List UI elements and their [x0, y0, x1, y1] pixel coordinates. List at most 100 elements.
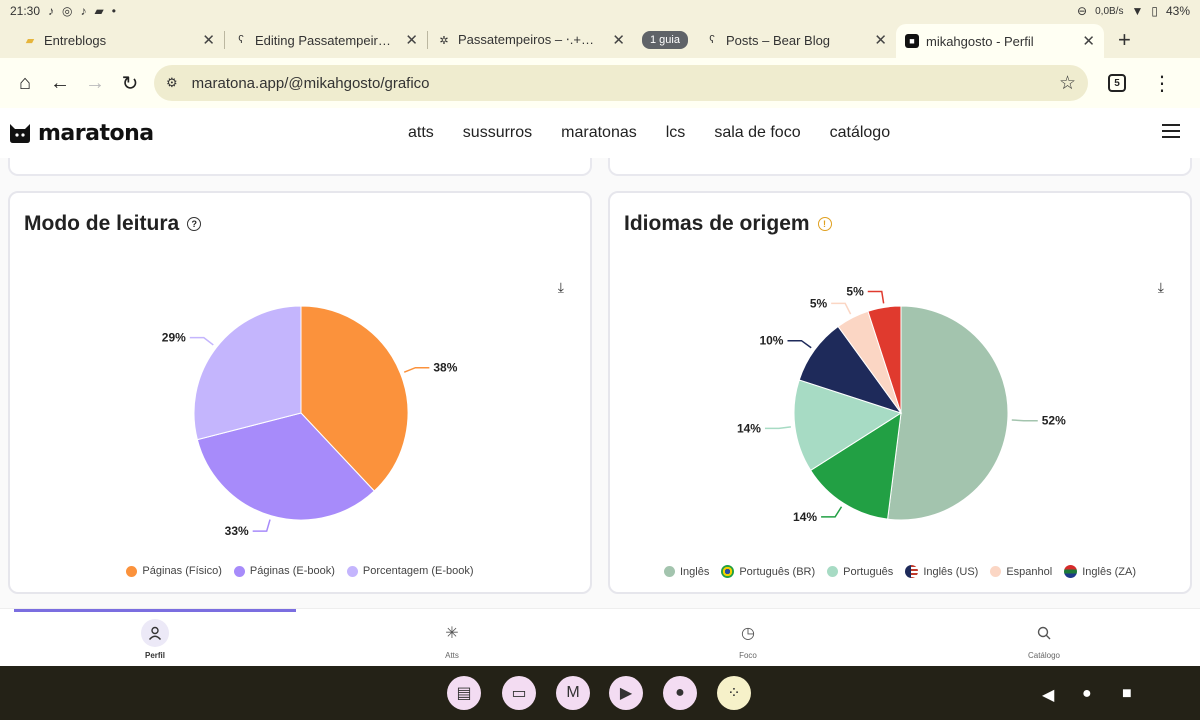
gmail-app-icon[interactable]: M: [556, 676, 590, 710]
bookmark-icon: ▰: [94, 4, 104, 18]
reload-icon[interactable]: ↻: [119, 68, 141, 98]
tab-mikahgosto-perfil[interactable]: ■ mikahgosto - Perfil ✕: [895, 24, 1104, 58]
pie-leader-line: [867, 290, 885, 304]
app-nav-foco[interactable]: ◷ Foco: [708, 619, 788, 660]
app-nav-label: Perfil: [144, 651, 165, 660]
media-app-icon[interactable]: ▶: [609, 676, 643, 710]
tab-label: Passatempeiros – ⋅.+⊕,˚. D: [458, 32, 600, 47]
active-indicator: [14, 609, 296, 612]
origin-languages-pie: 52% 14% 14% 10% 5% 5%: [737, 285, 1066, 524]
tab-editing-passatempeiros[interactable]: ʕ Editing Passatempeiros – B ✕: [225, 25, 427, 55]
recents-nav-icon[interactable]: ■: [1122, 685, 1132, 703]
strawberry-app-icon[interactable]: ●: [663, 676, 697, 710]
pie-data-label: 5%: [810, 296, 828, 310]
site-logo-text: maratona: [38, 120, 154, 146]
legend-item[interactable]: Porcentagem (E-book): [346, 565, 474, 577]
close-icon[interactable]: ✕: [868, 31, 887, 49]
legend-swatch: [233, 565, 245, 577]
tab-label: mikahgosto - Perfil: [925, 33, 1034, 49]
brazil-flag-icon: [721, 565, 735, 578]
pie-slice[interactable]: [887, 305, 1009, 521]
url-text: maratona.app/@mikahgosto/grafico: [191, 74, 430, 92]
docs-app-icon[interactable]: ▤: [447, 676, 481, 710]
pie-leader-line: [1011, 419, 1038, 422]
legend-item[interactable]: Português: [827, 565, 893, 578]
tab-label: Posts – Bear Blog: [725, 32, 831, 48]
pie-leader-line: [189, 336, 214, 346]
legend-item[interactable]: Páginas (Físico): [126, 565, 222, 577]
tab-group-chip[interactable]: 1 guia: [642, 31, 688, 49]
nav-maratonas[interactable]: maratonas: [561, 124, 637, 142]
pie-leader-line: [787, 339, 812, 349]
forward-icon[interactable]: →: [84, 68, 106, 98]
nav-sala-de-foco[interactable]: sala de foco: [714, 124, 800, 142]
pie-data-label: 14%: [737, 421, 761, 435]
address-bar[interactable]: ⚙ maratona.app/@mikahgosto/grafico ☆: [154, 65, 1088, 101]
legend-item[interactable]: Inglês (US): [905, 565, 978, 578]
nav-sussurros[interactable]: sussurros: [463, 124, 532, 142]
close-icon[interactable]: ✕: [1076, 32, 1095, 50]
toolbar: ⌂ ← → ↻ ⚙ maratona.app/@mikahgosto/grafi…: [0, 58, 1200, 108]
legend-label: Português: [843, 565, 894, 578]
legend-item[interactable]: Páginas (E-book): [233, 565, 335, 577]
legend-label: Inglês: [679, 565, 710, 578]
legend-item[interactable]: Português (BR): [721, 565, 815, 578]
dnd-icon: ⊖: [1077, 4, 1088, 18]
cast-app-icon[interactable]: ▭: [502, 676, 536, 710]
pie-leader-line: [831, 302, 852, 315]
maratona-logo-icon: [10, 124, 30, 143]
legend-swatch: [126, 565, 138, 577]
legend-label: Porcentagem (E-book): [362, 565, 474, 577]
bear-icon: ʕ: [238, 34, 244, 46]
sparkle-icon: ✲: [439, 34, 449, 47]
site-logo[interactable]: maratona: [8, 121, 154, 146]
tab-passatempeiros[interactable]: ✲ Passatempeiros – ⋅.+⊕,˚. D ✕: [428, 25, 634, 55]
status-time: 21:30: [10, 4, 41, 18]
main-nav: atts sussurros maratonas lcs sala de foc…: [408, 108, 890, 158]
us-flag-icon: [905, 565, 919, 578]
close-icon[interactable]: ✕: [606, 31, 625, 49]
legend-label: Espanhol: [1006, 565, 1053, 578]
pie-data-label: 33%: [225, 524, 249, 538]
home-nav-icon[interactable]: ●: [1082, 685, 1092, 703]
south-africa-flag-icon: [1064, 565, 1078, 578]
app-drawer-icon[interactable]: ⁘: [717, 676, 751, 710]
legend-label: Páginas (Físico): [142, 565, 222, 577]
legend-item[interactable]: Espanhol: [990, 565, 1052, 578]
reading-mode-pie: 38% 33% 29%: [162, 305, 458, 538]
legend-item[interactable]: Inglês: [663, 565, 710, 578]
back-nav-icon[interactable]: ◀: [1042, 685, 1054, 705]
tab-entreblogs[interactable]: ▰ Entreblogs ✕: [14, 25, 224, 55]
clock-icon: ◷: [741, 625, 755, 642]
previous-card-edge: [608, 158, 1192, 176]
hamburger-menu-icon[interactable]: [1162, 124, 1180, 138]
close-icon[interactable]: ✕: [399, 31, 418, 49]
maratona-icon: ■: [904, 34, 919, 48]
nav-lcs[interactable]: lcs: [666, 124, 686, 142]
new-tab-icon[interactable]: +: [1118, 27, 1131, 53]
nav-catalogo[interactable]: catálogo: [830, 124, 891, 142]
tab-switcher-button[interactable]: 5: [1106, 68, 1128, 98]
nav-atts[interactable]: atts: [408, 124, 434, 142]
site-settings-icon[interactable]: ⚙: [166, 75, 178, 91]
tab-posts-bear-blog[interactable]: ʕ Posts – Bear Blog ✕: [696, 25, 896, 55]
app-nav-perfil[interactable]: Perfil: [115, 619, 195, 660]
pie-data-label: 29%: [162, 331, 186, 345]
close-icon[interactable]: ✕: [196, 31, 215, 49]
app-nav-catalogo[interactable]: Catálogo: [1004, 619, 1084, 660]
home-icon[interactable]: ⌂: [14, 68, 36, 98]
menu-icon[interactable]: ⋮: [1151, 68, 1173, 98]
folder-icon: ▰: [25, 34, 35, 47]
app-nav-atts[interactable]: ✳ Atts: [412, 619, 492, 660]
site-header: maratona atts sussurros maratonas lcs sa…: [0, 108, 1200, 266]
back-icon[interactable]: ←: [49, 68, 71, 98]
dot-icon: •: [111, 4, 116, 18]
reading-mode-card: Modo de leitura ? ⤓ 38% 33% 29% Páginas (F…: [8, 191, 592, 594]
legend-item[interactable]: Inglês (ZA): [1064, 565, 1136, 578]
battery-icon: ▯: [1151, 4, 1158, 18]
bookmark-star-icon[interactable]: ☆: [1059, 72, 1076, 95]
pie-leader-line: [403, 366, 430, 373]
android-nav-bar: ▤ ▭ M ▶ ● ⁘ ◀ ● ■: [0, 666, 1200, 720]
tiktok-icon: ♪: [80, 4, 87, 18]
reading-mode-legend: Páginas (Físico) Páginas (E-book) Porcen…: [10, 565, 590, 577]
